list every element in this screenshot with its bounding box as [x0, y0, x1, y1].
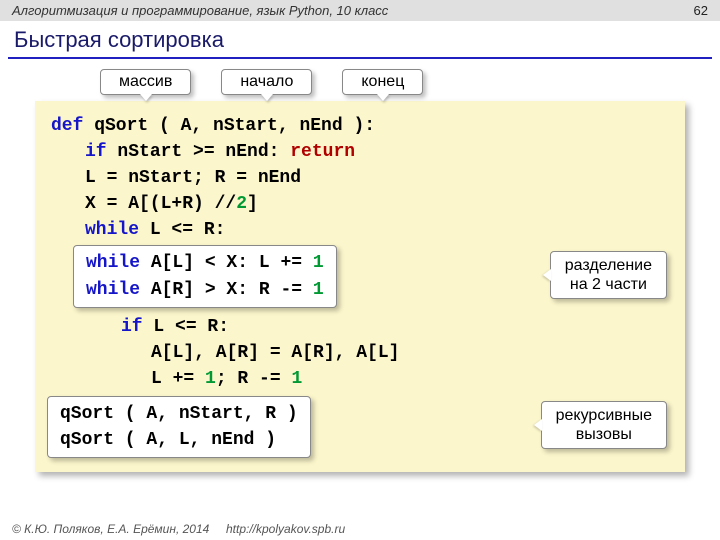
code-line: if L <= R:	[51, 314, 669, 340]
parameter-labels-row: массив начало конец	[0, 69, 720, 95]
label-end: конец	[342, 69, 423, 95]
footer-url: http://kpolyakov.spb.ru	[226, 522, 345, 536]
slide-title: Быстрая сортировка	[0, 21, 720, 57]
slide-footer: © К.Ю. Поляков, Е.А. Ерёмин, 2014 http:/…	[12, 522, 345, 536]
course-name: Алгоритмизация и программирование, язык …	[12, 3, 388, 18]
label-array: массив	[100, 69, 191, 95]
code-line: while L <= R:	[51, 217, 669, 243]
code-line: qSort ( A, nStart, R )	[60, 401, 298, 427]
recursive-calls-box: qSort ( A, nStart, R ) qSort ( A, L, nEn…	[47, 396, 311, 458]
label-start: начало	[221, 69, 312, 95]
copyright-text: © К.Ю. Поляков, Е.А. Ерёмин, 2014	[12, 522, 209, 536]
code-block: def qSort ( A, nStart, nEnd ): if nStart…	[35, 101, 685, 472]
code-line: A[L], A[R] = A[R], A[L]	[51, 340, 669, 366]
annotation-split: разделениена 2 части	[550, 251, 667, 299]
pivot-scan-box: while A[L] < X: L += 1 while A[R] > X: R…	[73, 245, 337, 307]
code-line: def qSort ( A, nStart, nEnd ):	[51, 113, 669, 139]
code-line: L = nStart; R = nEnd	[51, 165, 669, 191]
page-number: 62	[694, 3, 708, 18]
code-line: while A[L] < X: L += 1	[86, 250, 324, 276]
code-line: while A[R] > X: R -= 1	[86, 277, 324, 303]
slide-header: Алгоритмизация и программирование, язык …	[0, 0, 720, 21]
code-line: L += 1; R -= 1	[51, 366, 669, 392]
annotation-recursion: рекурсивныевызовы	[541, 401, 667, 449]
code-line: qSort ( A, L, nEnd )	[60, 427, 298, 453]
code-line: X = A[(L+R) //2]	[51, 191, 669, 217]
code-line: if nStart >= nEnd: return	[51, 139, 669, 165]
title-underline	[8, 57, 712, 59]
